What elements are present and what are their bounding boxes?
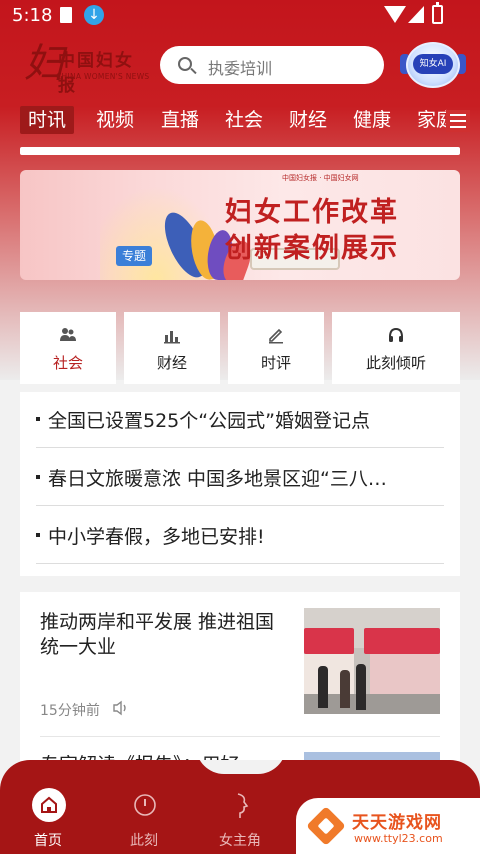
bullet — [36, 417, 40, 421]
watermark-title: 天天游戏网 — [352, 813, 442, 833]
logo-name: 中国妇女报 — [58, 51, 134, 96]
quick-entries: 社会 财经 时评 此刻倾听 — [20, 312, 460, 384]
signal-icon — [408, 6, 424, 23]
quick-entry-label: 社会 — [52, 354, 83, 372]
banner-title-line2: 创新案例展示 — [225, 233, 399, 264]
tab-live[interactable]: 直播 — [161, 106, 199, 134]
thumb-person — [340, 670, 350, 708]
status-bar: 5:18 ↓ — [0, 0, 480, 32]
nav-label: 首页 — [34, 833, 62, 849]
nav-now[interactable]: 此刻 — [104, 788, 184, 849]
thumb-stall — [370, 654, 440, 694]
download-icon: ↓ — [84, 5, 104, 25]
channel-tabs: 时讯 视频 直播 社会 财经 健康 家庭 — [0, 100, 480, 144]
quick-entry-label: 此刻倾听 — [365, 354, 426, 372]
headphones-icon — [389, 327, 403, 342]
tab-news[interactable]: 时讯 — [20, 106, 75, 134]
logo-subtitle: CHINA WOMEN'S NEWS — [56, 72, 150, 81]
divider — [40, 736, 440, 737]
banner-small-logo: 中国妇女报 · 中国妇女网 — [282, 174, 359, 182]
news-card[interactable]: 推动两岸和平发展 推进祖国统一大业 15分钟前 — [40, 608, 440, 728]
headline-text: 春日文旅暖意浓 中国多地景区迎“三八… — [48, 468, 387, 490]
feature-banner[interactable]: 中国妇女报 · 中国妇女网 妇女工作改革 创新案例展示 专题 — [20, 170, 460, 280]
headline-text: 中小学春假，多地已安排! — [48, 526, 265, 548]
battery-icon — [432, 2, 443, 24]
nav-home[interactable]: 首页 — [8, 788, 88, 849]
headline-item[interactable]: 全国已设置525个“公园式”婚姻登记点 — [36, 392, 444, 448]
channel-menu-icon[interactable] — [446, 110, 470, 132]
quick-entry-label: 财经 — [156, 354, 187, 372]
tab-finance[interactable]: 财经 — [289, 106, 327, 134]
quick-entry-finance[interactable]: 财经 — [124, 312, 220, 384]
tab-health[interactable]: 健康 — [353, 106, 391, 134]
site-watermark: 天天游戏网 www.ttyl23.com — [296, 798, 480, 854]
banner-title-line1: 妇女工作改革 — [225, 197, 399, 228]
status-time: 5:18 — [12, 5, 53, 26]
watermark-url: www.ttyl23.com — [354, 832, 443, 845]
nav-label: 此刻 — [130, 833, 158, 849]
news-title: 推动两岸和平发展 推进祖国统一大业 — [40, 611, 275, 658]
bullet — [36, 475, 40, 479]
thumb-person — [356, 664, 366, 710]
quick-entry-commentary[interactable]: 时评 — [228, 312, 324, 384]
nav-heroines[interactable]: 女主角 — [200, 788, 280, 849]
people-icon — [60, 328, 76, 341]
quick-entry-listen[interactable]: 此刻倾听 — [332, 312, 460, 384]
thumb-person — [318, 666, 328, 708]
sim-card-icon — [60, 7, 72, 23]
search-bar[interactable]: 执委培训 — [160, 46, 384, 84]
quick-entry-label: 时评 — [260, 354, 291, 372]
thumb-awning — [364, 628, 440, 654]
bullet — [36, 533, 40, 537]
news-time: 15分钟前 — [40, 703, 100, 719]
home-icon — [32, 788, 66, 822]
headline-item[interactable]: 春日文旅暖意浓 中国多地景区迎“三八… — [36, 450, 444, 506]
tab-society[interactable]: 社会 — [225, 106, 263, 134]
search-icon — [178, 57, 192, 71]
headline-text: 全国已设置525个“公园式”婚姻登记点 — [48, 410, 370, 432]
pen-icon — [269, 328, 283, 344]
headline-list: 全国已设置525个“公园式”婚姻登记点 春日文旅暖意浓 中国多地景区迎“三八… … — [20, 392, 460, 576]
quick-entry-society[interactable]: 社会 — [20, 312, 116, 384]
nav-notch — [196, 760, 286, 774]
thumb-awning — [304, 628, 354, 654]
wifi-icon — [384, 6, 406, 23]
ai-assistant-button[interactable]: 知女AI — [398, 38, 468, 90]
ai-label: 知女AI — [413, 54, 453, 74]
search-placeholder: 执委培训 — [208, 59, 273, 78]
headline-item[interactable]: 中小学春假，多地已安排! — [36, 508, 444, 564]
speaker-icon[interactable] — [112, 700, 130, 716]
tab-video[interactable]: 视频 — [96, 106, 134, 134]
tab-divider — [20, 147, 460, 155]
app-logo: 妇 中国妇女报 CHINA WOMEN'S NEWS — [24, 40, 152, 96]
news-thumbnail — [304, 608, 440, 714]
finance-chart-icon — [164, 331, 180, 344]
banner-tag: 专题 — [116, 246, 153, 266]
woman-profile-icon — [224, 788, 258, 822]
compass-icon — [128, 788, 162, 822]
nav-label: 女主角 — [219, 833, 261, 849]
watermark-logo-icon — [306, 806, 346, 846]
